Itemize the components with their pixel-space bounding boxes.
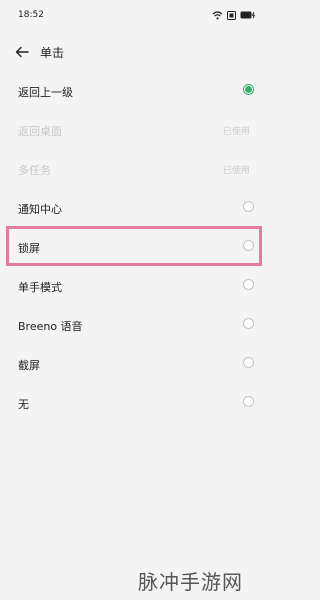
option-multitask: 多任务 已使用 <box>0 150 270 188</box>
radio-unselected[interactable] <box>243 279 254 290</box>
option-label: Breeno 语音 <box>18 320 83 333</box>
option-label: 多任务 <box>18 164 51 177</box>
option-label: 无 <box>18 398 29 411</box>
option-label: 截屏 <box>18 359 40 372</box>
option-label: 返回桌面 <box>18 125 62 138</box>
wifi-icon <box>212 10 223 19</box>
option-label: 返回上一级 <box>18 86 73 99</box>
radio-selected[interactable] <box>243 84 254 95</box>
option-label: 通知中心 <box>18 203 62 216</box>
back-button[interactable] <box>12 42 32 62</box>
option-one-hand-mode[interactable]: 单手模式 <box>0 267 270 305</box>
option-return-desktop: 返回桌面 已使用 <box>0 111 270 149</box>
radio-unselected[interactable] <box>243 396 254 407</box>
highlight-box <box>6 226 262 266</box>
watermark-logo: 脉冲手游网 <box>138 570 243 594</box>
page-title: 单击 <box>40 46 65 60</box>
used-status: 已使用 <box>222 127 250 137</box>
radio-unselected[interactable] <box>243 357 254 368</box>
option-breeno-voice[interactable]: Breeno 语音 <box>0 306 270 344</box>
battery-charging-icon <box>240 11 256 19</box>
radio-unselected[interactable] <box>243 201 254 212</box>
option-back-one-level[interactable]: 返回上一级 <box>0 72 270 110</box>
status-bar: 18:52 <box>0 0 270 30</box>
arrow-left-icon <box>15 46 29 58</box>
option-none[interactable]: 无 <box>0 384 270 422</box>
option-notification-center[interactable]: 通知中心 <box>0 189 270 227</box>
status-time: 18:52 <box>18 10 44 20</box>
header: 单击 <box>0 36 270 68</box>
sim-icon <box>227 10 236 20</box>
option-label: 单手模式 <box>18 281 62 294</box>
used-status: 已使用 <box>222 166 250 176</box>
radio-unselected[interactable] <box>243 318 254 329</box>
option-screenshot[interactable]: 截屏 <box>0 345 270 383</box>
status-icons <box>212 10 256 20</box>
